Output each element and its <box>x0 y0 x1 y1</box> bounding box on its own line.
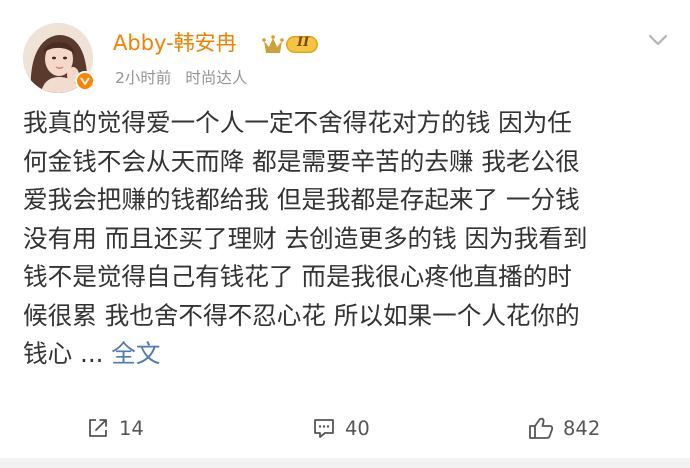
post-text-line: 钱不是觉得自己有钱花了 而是我很心疼他直播的时 <box>23 262 572 291</box>
like-icon <box>529 417 554 439</box>
crown-icon <box>262 35 318 53</box>
post-text-line: 何金钱不会从天而降 都是需要辛苦的去赚 我老公很 <box>23 146 580 176</box>
comment-count: 40 <box>345 416 370 440</box>
post-text: 我真的觉得爱一个人一定不舍得花对方的钱 因为任 何金钱不会从天而降 都是需要辛苦… <box>23 104 673 374</box>
card-separator <box>0 458 690 468</box>
weibo-post-card: Abby-韩安冉 II 2小时前 时尚达人 我真的觉得爱一个人一定不舍得花对方的钱… <box>0 0 690 468</box>
level-badge[interactable]: II <box>262 33 320 55</box>
post-text-line: 没有用 而且还买了理财 去创造更多的钱 因为我看到 <box>23 223 588 253</box>
post-text-line: 爱我会把赚的钱都给我 但是我都是存起来了 一分钱 <box>23 185 580 214</box>
post-text-last-line: 钱心 ... 全文 <box>23 335 673 374</box>
chevron-down-icon[interactable] <box>647 32 669 46</box>
post-text-truncated: 钱心 ... <box>23 339 112 368</box>
share-button[interactable]: 14 <box>86 412 144 444</box>
author-name[interactable]: Abby-韩安冉 <box>113 30 237 56</box>
action-bar: 14 40 842 <box>0 408 690 448</box>
post-text-line: 候很累 我也舍不得不忍心花 所以如果一个人花你的 <box>23 300 580 330</box>
post-time: 2小时前 <box>115 69 172 87</box>
like-button[interactable]: 842 <box>528 412 600 444</box>
level-badge-text: II <box>297 35 310 50</box>
share-icon <box>89 419 107 437</box>
post-meta: 2小时前 时尚达人 <box>115 68 247 88</box>
full-text-link[interactable]: 全文 <box>111 339 160 368</box>
comment-button[interactable]: 40 <box>312 412 370 444</box>
comment-icon <box>314 419 334 438</box>
post-text-line: 我真的觉得爱一个人一定不舍得花对方的钱 因为任 <box>23 108 572 137</box>
verified-icon <box>75 71 95 91</box>
author-tag: 时尚达人 <box>185 69 248 87</box>
share-count: 14 <box>119 416 144 440</box>
like-count: 842 <box>563 416 601 440</box>
